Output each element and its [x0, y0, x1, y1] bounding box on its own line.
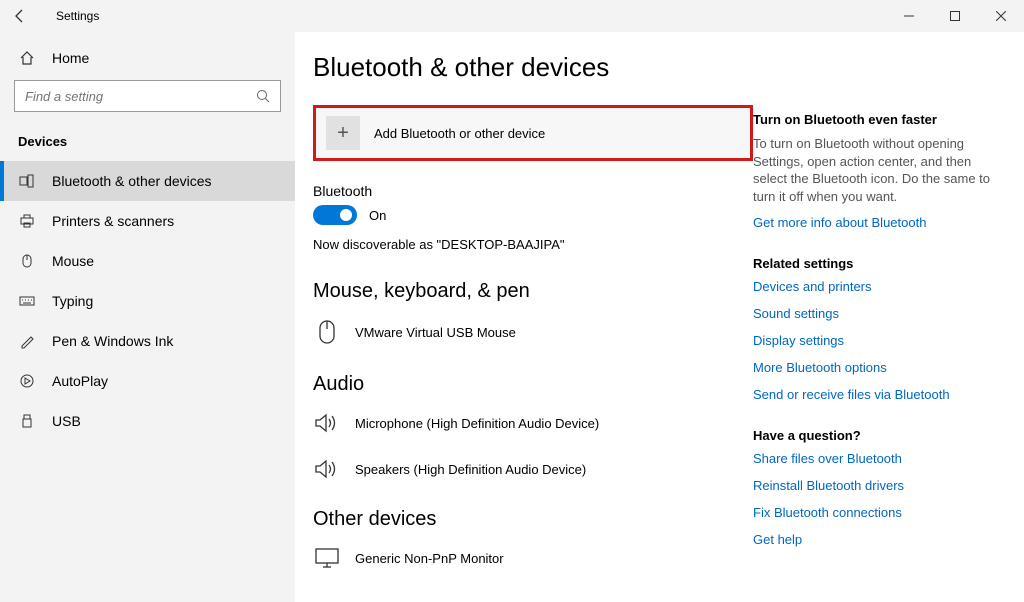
related-link[interactable]: Display settings — [753, 333, 1003, 348]
mouse-icon — [18, 253, 36, 269]
plus-icon: + — [326, 116, 360, 150]
search-icon — [256, 89, 270, 103]
section-other-heading: Other devices — [313, 508, 753, 531]
sidebar-item-mouse[interactable]: Mouse — [0, 241, 295, 281]
related-link[interactable]: Sound settings — [753, 306, 1003, 321]
tip-link[interactable]: Get more info about Bluetooth — [753, 215, 1003, 230]
search-input[interactable] — [25, 89, 256, 104]
device-label: Generic Non-PnP Monitor — [355, 551, 504, 566]
monitor-icon — [313, 547, 341, 569]
question-link[interactable]: Fix Bluetooth connections — [753, 505, 1003, 520]
home-label: Home — [52, 50, 89, 66]
minimize-icon — [904, 11, 914, 21]
device-row[interactable]: Generic Non-PnP Monitor — [313, 541, 753, 587]
question-link[interactable]: Share files over Bluetooth — [753, 451, 1003, 466]
device-row[interactable]: Microphone (High Definition Audio Device… — [313, 406, 753, 452]
close-icon — [996, 11, 1006, 21]
sidebar-item-autoplay[interactable]: AutoPlay — [0, 361, 295, 401]
question-title: Have a question? — [753, 428, 1003, 443]
bluetooth-devices-icon — [18, 173, 36, 189]
sidebar-item-typing[interactable]: Typing — [0, 281, 295, 321]
home-icon — [18, 50, 36, 66]
discoverable-text: Now discoverable as "DESKTOP-BAAJIPA" — [313, 237, 753, 252]
device-row[interactable]: Speakers (High Definition Audio Device) — [313, 452, 753, 498]
tip-body: To turn on Bluetooth without opening Set… — [753, 135, 1003, 205]
sidebar-item-label: Typing — [52, 293, 93, 309]
right-panel: Turn on Bluetooth even faster To turn on… — [753, 52, 1013, 602]
question-link[interactable]: Reinstall Bluetooth drivers — [753, 478, 1003, 493]
sidebar-item-label: Bluetooth & other devices — [52, 173, 212, 189]
search-box[interactable] — [14, 80, 281, 112]
usb-icon — [18, 413, 36, 429]
speaker-icon — [313, 412, 341, 434]
sidebar-category: Devices — [0, 122, 295, 161]
related-link[interactable]: Devices and printers — [753, 279, 1003, 294]
bluetooth-state: On — [369, 208, 386, 223]
back-button[interactable] — [0, 0, 40, 32]
device-label: Speakers (High Definition Audio Device) — [355, 462, 586, 477]
related-title: Related settings — [753, 256, 1003, 271]
device-row[interactable]: VMware Virtual USB Mouse — [313, 313, 753, 363]
related-link[interactable]: Send or receive files via Bluetooth — [753, 387, 1003, 402]
maximize-button[interactable] — [932, 0, 978, 32]
mouse-icon — [313, 319, 341, 345]
keyboard-icon — [18, 293, 36, 309]
maximize-icon — [950, 11, 960, 21]
related-link[interactable]: More Bluetooth options — [753, 360, 1003, 375]
sidebar-item-bluetooth[interactable]: Bluetooth & other devices — [0, 161, 295, 201]
sidebar-item-label: Pen & Windows Ink — [52, 333, 173, 349]
add-device-label: Add Bluetooth or other device — [374, 126, 545, 141]
sidebar-item-pen[interactable]: Pen & Windows Ink — [0, 321, 295, 361]
autoplay-icon — [18, 373, 36, 389]
sidebar-home[interactable]: Home — [0, 42, 295, 74]
sidebar-item-label: AutoPlay — [52, 373, 108, 389]
pen-icon — [18, 333, 36, 349]
sidebar-item-printers[interactable]: Printers & scanners — [0, 201, 295, 241]
bluetooth-toggle[interactable] — [313, 205, 357, 225]
device-label: VMware Virtual USB Mouse — [355, 325, 516, 340]
toggle-knob — [340, 209, 352, 221]
main-panel: Bluetooth & other devices + Add Bluetoot… — [295, 32, 1024, 602]
close-button[interactable] — [978, 0, 1024, 32]
sidebar-item-label: USB — [52, 413, 81, 429]
sidebar-item-label: Printers & scanners — [52, 213, 174, 229]
section-audio-heading: Audio — [313, 373, 753, 396]
page-title: Bluetooth & other devices — [313, 52, 753, 83]
sidebar-item-usb[interactable]: USB — [0, 401, 295, 441]
add-device-button[interactable]: + Add Bluetooth or other device — [313, 105, 753, 161]
section-mouse-heading: Mouse, keyboard, & pen — [313, 280, 753, 303]
question-link[interactable]: Get help — [753, 532, 1003, 547]
printer-icon — [18, 213, 36, 229]
titlebar: Settings — [0, 0, 1024, 32]
device-label: Microphone (High Definition Audio Device… — [355, 416, 599, 431]
window-title: Settings — [40, 9, 99, 23]
sidebar-item-label: Mouse — [52, 253, 94, 269]
tip-title: Turn on Bluetooth even faster — [753, 112, 1003, 127]
sidebar: Home Devices Bluetooth & other devices — [0, 32, 295, 602]
bluetooth-label: Bluetooth — [313, 183, 753, 199]
minimize-button[interactable] — [886, 0, 932, 32]
speaker-icon — [313, 458, 341, 480]
arrow-left-icon — [12, 8, 28, 24]
